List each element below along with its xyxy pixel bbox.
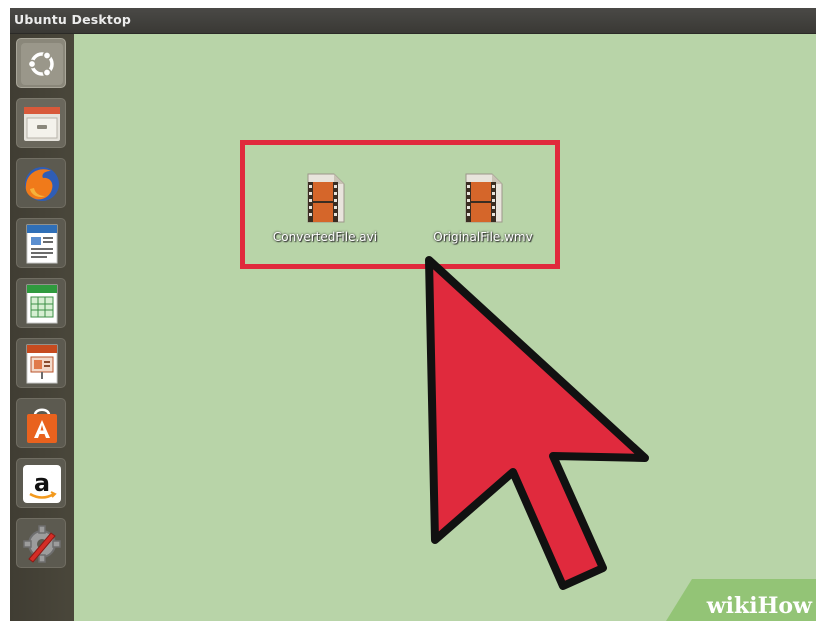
window-title: Ubuntu Desktop [14, 12, 132, 27]
launcher-firefox[interactable] [16, 158, 66, 208]
desktop-file-original[interactable]: OriginalFile.wmv [418, 172, 548, 244]
launcher-libreoffice-impress[interactable] [16, 338, 66, 388]
video-file-icon [465, 173, 503, 223]
desktop-file-converted[interactable]: ConvertedFile.avi [260, 172, 390, 244]
watermark-wiki: wiki [706, 593, 758, 619]
launcher-amazon[interactable]: a [16, 458, 66, 508]
launcher-libreoffice-calc[interactable] [16, 278, 66, 328]
launcher-libreoffice-writer[interactable] [16, 218, 66, 268]
launcher-system-settings[interactable] [16, 518, 66, 568]
writer-document-icon [26, 224, 58, 264]
ubuntu-screen: Ubuntu Desktop a ConvertedFile.avi Origi… [10, 8, 816, 621]
wikihow-watermark: wikiHow [666, 579, 816, 621]
firefox-icon [25, 167, 59, 201]
file-label: ConvertedFile.avi [272, 230, 378, 244]
launcher-software-center[interactable] [16, 398, 66, 448]
settings-gear-icon [23, 525, 61, 563]
svg-text:a: a [34, 469, 50, 497]
watermark-text: wikiHow [707, 593, 812, 619]
mouse-cursor-icon [425, 256, 649, 590]
launcher-bar: a [10, 34, 74, 621]
watermark-how: How [757, 593, 812, 619]
ubuntu-logo-icon [21, 43, 63, 85]
launcher-ubuntu-dash[interactable] [16, 38, 66, 88]
file-label: OriginalFile.wmv [433, 230, 533, 244]
top-panel: Ubuntu Desktop [10, 8, 816, 34]
shopping-bag-icon [27, 408, 57, 443]
launcher-files[interactable] [16, 98, 66, 148]
amazon-icon: a [23, 465, 61, 503]
calc-spreadsheet-icon [26, 284, 58, 324]
video-file-icon [307, 173, 345, 223]
file-cabinet-icon [24, 107, 60, 141]
impress-presentation-icon [26, 344, 58, 384]
